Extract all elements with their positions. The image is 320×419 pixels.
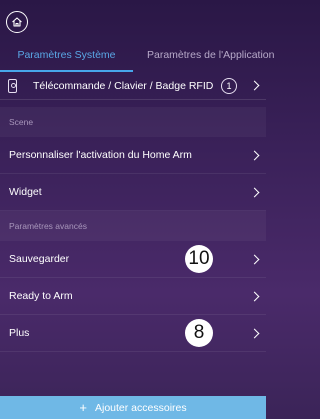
- section-header-advanced: Paramètres avancés: [0, 211, 266, 241]
- annotation-badge-8: 8: [185, 319, 213, 347]
- device-row-remote[interactable]: Télécommande / Clavier / Badge RFID 1: [0, 72, 266, 100]
- chevron-right-icon: [249, 328, 260, 338]
- list-item-label: Widget: [9, 186, 42, 198]
- chevron-right-icon: [249, 80, 260, 91]
- list-item-home-arm[interactable]: Personnaliser l'activation du Home Arm: [0, 137, 266, 174]
- home-icon-glyph: [12, 17, 22, 27]
- remote-icon: [8, 79, 17, 93]
- chevron-right-icon: [249, 150, 260, 160]
- list-item-plus[interactable]: Plus 8: [0, 315, 266, 352]
- add-accessories-label: Ajouter accessoires: [94, 401, 187, 414]
- tab-system-settings[interactable]: Paramètres Système: [0, 38, 133, 72]
- list-item-label: Ready to Arm: [9, 290, 73, 302]
- top-bar: [0, 0, 266, 38]
- tab-app-settings[interactable]: Paramètres de l'Application: [147, 38, 275, 72]
- list-item-sauvegarder[interactable]: Sauvegarder 10: [0, 241, 266, 278]
- list-item-label: Plus: [9, 327, 30, 339]
- chevron-right-icon: [249, 187, 260, 197]
- device-row-label: Télécommande / Clavier / Badge RFID: [33, 79, 214, 92]
- home-icon[interactable]: [6, 11, 28, 33]
- tab-bar: Paramètres Système Paramètres de l'Appli…: [0, 38, 275, 72]
- list-item-widget[interactable]: Widget: [0, 174, 266, 211]
- list-item-label: Sauvegarder: [9, 253, 70, 265]
- plus-icon: +: [79, 400, 87, 415]
- section-header-scene: Scene: [0, 107, 266, 137]
- chevron-right-icon: [249, 291, 260, 301]
- list-item-label: Personnaliser l'activation du Home Arm: [9, 149, 192, 161]
- device-count-badge: 1: [221, 78, 237, 94]
- chevron-right-icon: [249, 254, 260, 264]
- annotation-badge-10: 10: [185, 245, 213, 273]
- add-accessories-button[interactable]: + Ajouter accessoires: [0, 396, 266, 419]
- list-item-ready-to-arm[interactable]: Ready to Arm: [0, 278, 266, 315]
